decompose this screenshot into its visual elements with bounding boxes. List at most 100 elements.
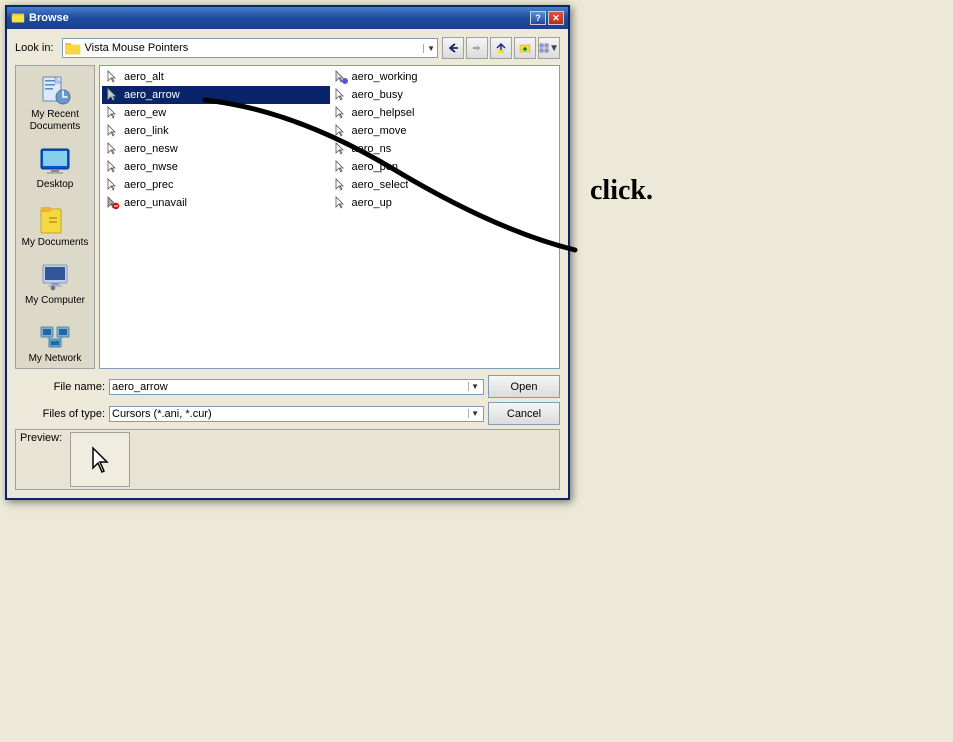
files-of-type-input[interactable]	[112, 408, 468, 420]
file-name-text: aero_nesw	[124, 143, 178, 155]
file-icon	[334, 196, 348, 210]
file-grid: aero_alt aero_working aero_arrow aero_bu…	[102, 68, 557, 212]
file-icon	[106, 196, 120, 210]
dialog-icon	[11, 11, 25, 25]
files-of-type-input-wrapper[interactable]: ▼	[109, 406, 484, 422]
cursor-icon	[106, 160, 120, 174]
file-item[interactable]: aero_prec	[102, 176, 330, 194]
cursor-icon	[106, 88, 120, 102]
file-list[interactable]: aero_alt aero_working aero_arrow aero_bu…	[99, 65, 560, 369]
file-icon	[106, 178, 120, 192]
sidebar-item-computer[interactable]: My Computer	[18, 256, 93, 312]
help-button[interactable]: ?	[530, 11, 546, 25]
file-name-dropdown-arrow[interactable]: ▼	[468, 382, 481, 391]
file-name-text: aero_unavail	[124, 197, 187, 209]
browse-dialog: Browse ? ✕ Look in: Vista Mouse Pointers…	[5, 5, 570, 500]
animated-cursor-icon	[334, 70, 348, 84]
toolbar-row: Look in: Vista Mouse Pointers ▼	[15, 37, 560, 59]
cursor-icon	[106, 178, 120, 192]
my-network-icon	[39, 319, 71, 351]
file-icon	[106, 70, 120, 84]
sidebar-item-documents[interactable]: My Documents	[18, 198, 93, 254]
main-area: My Recent Documents Desktop	[15, 65, 560, 369]
file-name-text: aero_up	[352, 197, 392, 209]
file-name-text: aero_ew	[124, 107, 166, 119]
title-bar-left: Browse	[11, 11, 69, 25]
file-name-input[interactable]	[112, 381, 468, 393]
files-of-type-dropdown-arrow[interactable]: ▼	[468, 409, 481, 418]
file-item[interactable]: aero_unavail	[102, 194, 330, 212]
file-item[interactable]: aero_ns	[330, 140, 558, 158]
file-item[interactable]: aero_busy	[330, 86, 558, 104]
file-name-label: File name:	[15, 381, 105, 393]
back-button[interactable]	[442, 37, 464, 59]
look-in-combo[interactable]: Vista Mouse Pointers ▼	[62, 38, 438, 58]
sidebar-item-recent[interactable]: My Recent Documents	[18, 70, 93, 138]
cursor-icon	[334, 142, 348, 156]
title-bar: Browse ? ✕	[7, 7, 568, 29]
file-name-text: aero_busy	[352, 89, 403, 101]
title-buttons: ? ✕	[530, 11, 564, 25]
cursor-icon	[334, 88, 348, 102]
desktop-icon	[39, 145, 71, 177]
cancel-button[interactable]: Cancel	[488, 402, 560, 425]
cursor-icon	[106, 124, 120, 138]
cursor-icon	[334, 178, 348, 192]
file-name-text: aero_alt	[124, 71, 164, 83]
files-of-type-label: Files of type:	[15, 408, 105, 420]
file-icon	[334, 124, 348, 138]
open-button[interactable]: Open	[488, 375, 560, 398]
file-item[interactable]: aero_move	[330, 122, 558, 140]
file-icon	[334, 88, 348, 102]
forward-button[interactable]	[466, 37, 488, 59]
file-name-text: aero_link	[124, 125, 169, 137]
preview-area: Preview:	[15, 429, 560, 490]
close-button[interactable]: ✕	[548, 11, 564, 25]
file-name-input-wrapper[interactable]: ▼	[109, 379, 484, 395]
look-in-dropdown-arrow[interactable]: ▼	[423, 44, 435, 53]
up-button[interactable]	[490, 37, 512, 59]
views-button[interactable]: ▼	[538, 37, 560, 59]
file-icon	[106, 88, 120, 102]
file-item[interactable]: aero_arrow	[102, 86, 330, 104]
file-icon	[334, 142, 348, 156]
file-item[interactable]: aero_nwse	[102, 158, 330, 176]
bottom-area: File name: ▼ Open Files of type: ▼ Cance…	[15, 375, 560, 490]
file-name-text: aero_prec	[124, 179, 174, 191]
file-type-row: Files of type: ▼ Cancel	[15, 402, 560, 425]
file-item[interactable]: aero_helpsel	[330, 104, 558, 122]
my-docs-icon	[39, 203, 71, 235]
file-item[interactable]: aero_up	[330, 194, 558, 212]
file-icon	[334, 160, 348, 174]
file-item[interactable]: aero_pen	[330, 158, 558, 176]
desktop-label: Desktop	[37, 179, 74, 191]
title-text: Browse	[29, 12, 69, 24]
click-annotation-text: click.	[590, 175, 653, 207]
file-item[interactable]: aero_alt	[102, 68, 330, 86]
new-folder-button[interactable]	[514, 37, 536, 59]
cursor-icon	[334, 124, 348, 138]
file-item[interactable]: aero_select	[330, 176, 558, 194]
file-item[interactable]: aero_nesw	[102, 140, 330, 158]
file-item[interactable]: aero_ew	[102, 104, 330, 122]
file-name-text: aero_pen	[352, 161, 399, 173]
file-icon	[106, 160, 120, 174]
file-item[interactable]: aero_link	[102, 122, 330, 140]
recent-docs-label: My Recent Documents	[21, 109, 90, 133]
file-name-text: aero_helpsel	[352, 107, 415, 119]
folder-icon	[65, 40, 81, 56]
sidebar-item-network[interactable]: My Network	[18, 314, 93, 370]
recent-docs-icon	[39, 75, 71, 107]
cursor-preview	[90, 446, 110, 474]
preview-label: Preview:	[20, 432, 62, 444]
file-item[interactable]: aero_working	[330, 68, 558, 86]
cursor-unavail-icon	[106, 196, 120, 210]
sidebar: My Recent Documents Desktop	[15, 65, 95, 369]
cursor-icon	[106, 142, 120, 156]
look-in-text: Vista Mouse Pointers	[85, 42, 424, 54]
file-name-text: aero_ns	[352, 143, 392, 155]
sidebar-item-desktop[interactable]: Desktop	[18, 140, 93, 196]
cursor-icon	[106, 70, 120, 84]
file-name-text: aero_select	[352, 179, 409, 191]
file-icon	[106, 124, 120, 138]
